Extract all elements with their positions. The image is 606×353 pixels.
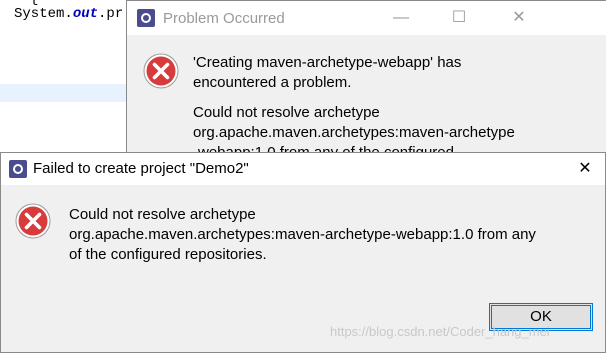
error-icon [143,53,179,89]
dialog-title: Failed to create project "Demo2" [33,160,249,177]
message-line: encountered a problem. [193,74,352,91]
message-line: of the configured repositories. [69,246,267,263]
message-line: Could not resolve archetype [69,206,256,223]
minimize-button[interactable]: — [389,8,413,28]
close-button[interactable]: ✕ [507,8,531,28]
eclipse-icon [9,160,27,178]
detail-line: Could not resolve archetype [193,104,380,121]
code-suffix: .pr [98,6,124,22]
eclipse-icon [137,9,155,27]
problem-occurred-dialog: Problem Occurred — ☐ ✕ 'Creating maven-a… [126,0,606,161]
code-line: System.out.pr [14,6,123,22]
watermark: https://blog.csdn.net/Coder_hang_mei [330,324,550,339]
close-button[interactable]: ✕ [573,159,597,179]
failed-create-project-dialog: Failed to create project "Demo2" ✕ Could… [0,152,606,353]
code-keyword: out [72,6,99,22]
message-line: org.apache.maven.archetypes:maven-archet… [69,226,536,243]
titlebar[interactable]: Problem Occurred — ☐ ✕ [127,1,606,35]
dialog-title: Problem Occurred [163,10,285,27]
error-icon [15,203,51,239]
maximize-button[interactable]: ☐ [447,8,471,28]
code-prefix: System. [14,6,73,22]
titlebar[interactable]: Failed to create project "Demo2" ✕ [1,153,605,185]
message-line: 'Creating maven-archetype-webapp' has [193,54,462,71]
detail-line: org.apache.maven.archetypes:maven-archet… [193,124,515,141]
